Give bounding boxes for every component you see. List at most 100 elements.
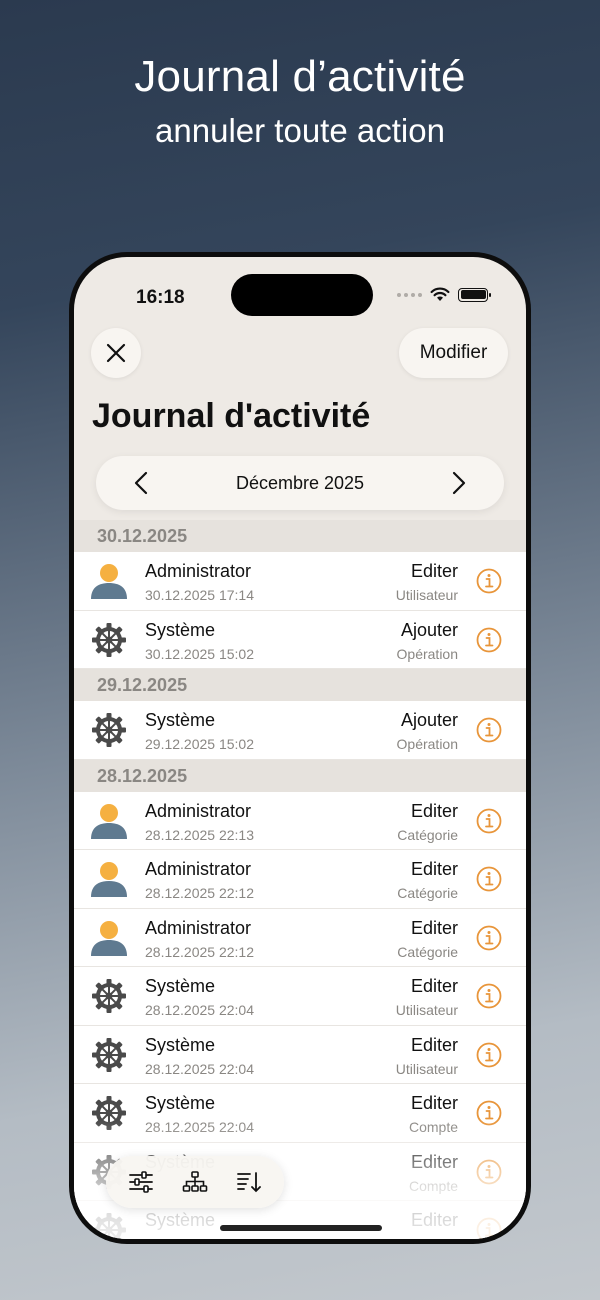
system-gear-icon xyxy=(90,1211,128,1239)
user-avatar-icon xyxy=(90,919,128,957)
entry-action: Editer xyxy=(410,1034,458,1055)
entry-entity: Utilisateur xyxy=(395,1002,458,1018)
battery-icon xyxy=(458,287,491,302)
screen: 16:18 Modifier Journal d'activité Décemb… xyxy=(74,257,526,1239)
entry-actor: Système xyxy=(145,619,216,640)
entry-action: Editer xyxy=(410,561,458,581)
system-gear-icon xyxy=(90,1094,128,1132)
phone-frame: 16:18 Modifier Journal d'activité Décemb… xyxy=(69,252,531,1244)
entry-timestamp: 29.12.2025 15:02 xyxy=(145,736,254,752)
cellular-signal-icon xyxy=(397,292,422,297)
next-month-button[interactable] xyxy=(432,456,486,510)
entry-timestamp: 28.12.2025 22:04 xyxy=(145,1060,254,1077)
info-icon[interactable] xyxy=(476,983,502,1009)
entry-entity: Opération xyxy=(396,736,458,752)
entry-timestamp: 30.12.2025 17:14 xyxy=(145,587,254,603)
system-gear-icon xyxy=(90,711,128,749)
log-entry-row[interactable]: Système 29.12.2025 15:02 Ajouter Opération xyxy=(74,701,526,760)
filter-sliders-icon xyxy=(129,1171,153,1193)
entry-entity: Compte xyxy=(408,1177,458,1194)
page-title: Journal d'activité xyxy=(92,397,371,435)
entry-timestamp: 28.12.2025 22:13 xyxy=(145,826,254,843)
log-entry-row[interactable]: Administrator 30.12.2025 17:14 Editer Utili… xyxy=(74,552,526,611)
info-icon[interactable] xyxy=(476,925,502,951)
info-icon[interactable] xyxy=(476,627,502,653)
user-avatar-icon xyxy=(90,562,128,600)
entry-timestamp: 28.12.2025 22:04 xyxy=(145,1002,254,1018)
wifi-icon xyxy=(430,287,450,301)
info-icon[interactable] xyxy=(476,568,502,594)
close-button[interactable] xyxy=(91,328,141,378)
entry-timestamp: 28.12.2025 22:04 xyxy=(145,1119,254,1135)
info-icon[interactable] xyxy=(476,1217,502,1239)
close-x-icon xyxy=(106,343,126,363)
chevron-right-icon xyxy=(452,471,466,495)
entry-actor: Système xyxy=(145,976,216,996)
entry-action: Editer xyxy=(410,800,458,821)
section-header-date: 29.12.2025 xyxy=(74,669,526,701)
info-icon[interactable] xyxy=(476,808,502,834)
month-navigator: Décembre 2025 xyxy=(96,456,504,510)
log-entry-row[interactable]: Administrator 28.12.2025 22:13 Editer Catég… xyxy=(74,791,526,850)
section-header-date: 30.12.2025 xyxy=(74,520,526,552)
entry-entity: Compte xyxy=(408,1119,458,1135)
entry-entity: Utilisateur xyxy=(395,587,458,603)
entry-actor: Système xyxy=(145,1093,216,1113)
entry-entity: Utilisateur xyxy=(395,1060,458,1077)
entry-entity: Catégorie xyxy=(397,826,458,843)
system-gear-icon xyxy=(90,977,128,1015)
entry-action: Editer xyxy=(410,976,458,996)
log-entry-row[interactable]: Administrator 28.12.2025 22:12 Editer Catég… xyxy=(74,850,526,909)
entry-action: Editer xyxy=(410,1210,458,1230)
entry-actor: Administrator xyxy=(145,561,252,581)
entry-entity: Catégorie xyxy=(397,885,458,901)
entry-actor: Administrator xyxy=(145,859,252,879)
bottom-toolbar xyxy=(106,1156,284,1208)
info-icon[interactable] xyxy=(476,866,502,892)
entry-actor: Administrator xyxy=(145,800,252,821)
user-avatar-icon xyxy=(90,860,128,898)
entry-entity: Catégorie xyxy=(397,943,458,960)
user-avatar-icon xyxy=(90,802,128,840)
entry-action: Editer xyxy=(410,1151,458,1172)
hierarchy-icon xyxy=(182,1171,208,1192)
entry-timestamp: 28.12.2025 22:12 xyxy=(145,885,254,901)
sort-button[interactable] xyxy=(229,1162,269,1202)
log-entry-row[interactable]: Système 28.12.2025 22:04 Editer Utilisateur xyxy=(74,1025,526,1084)
entry-action: Editer xyxy=(410,917,458,938)
activity-log-list: 30.12.2025 Administrator 30.12.2025 17:14 E… xyxy=(74,520,526,1239)
entry-action: Ajouter xyxy=(400,619,458,640)
promo-subtitle: annuler toute action xyxy=(155,112,445,149)
entry-timestamp: 30.12.2025 15:02 xyxy=(145,645,254,662)
log-entry-row[interactable]: Administrator 28.12.2025 22:12 Editer Catég… xyxy=(74,908,526,967)
info-icon[interactable] xyxy=(476,1159,502,1185)
section-header-date: 28.12.2025 xyxy=(74,759,526,792)
entry-actor: Système xyxy=(145,1210,216,1230)
system-gear-icon xyxy=(90,1036,128,1074)
info-icon[interactable] xyxy=(476,1042,502,1068)
entry-actor: Administrator xyxy=(145,917,252,938)
dynamic-island xyxy=(231,274,373,316)
log-entry-row[interactable]: Système 30.12.2025 15:02 Ajouter Opération xyxy=(74,610,526,669)
entry-action: Editer xyxy=(410,1093,458,1113)
promo-title: Journal d’activité xyxy=(134,52,466,101)
entry-action: Ajouter xyxy=(400,710,458,730)
home-indicator xyxy=(220,1225,382,1231)
entry-actor: Système xyxy=(145,1034,216,1055)
log-entry-row[interactable]: Système 28.12.2025 22:04 Editer Utilisateur xyxy=(74,967,526,1026)
filter-button[interactable] xyxy=(121,1162,161,1202)
status-icons xyxy=(397,287,491,302)
entry-timestamp: 28.12.2025 22:12 xyxy=(145,943,254,960)
status-time: 16:18 xyxy=(136,287,185,308)
entry-actor: Système xyxy=(145,710,216,730)
sort-icon xyxy=(237,1172,261,1193)
entry-entity: Opération xyxy=(396,645,458,662)
status-bar: 16:18 xyxy=(74,257,526,327)
system-gear-icon xyxy=(90,621,128,659)
log-entry-row[interactable]: Système 28.12.2025 22:04 Editer Compte xyxy=(74,1084,526,1143)
entry-action: Editer xyxy=(410,859,458,879)
group-button[interactable] xyxy=(175,1162,215,1202)
info-icon[interactable] xyxy=(476,1100,502,1126)
modify-button[interactable]: Modifier xyxy=(399,328,508,378)
info-icon[interactable] xyxy=(476,717,502,743)
